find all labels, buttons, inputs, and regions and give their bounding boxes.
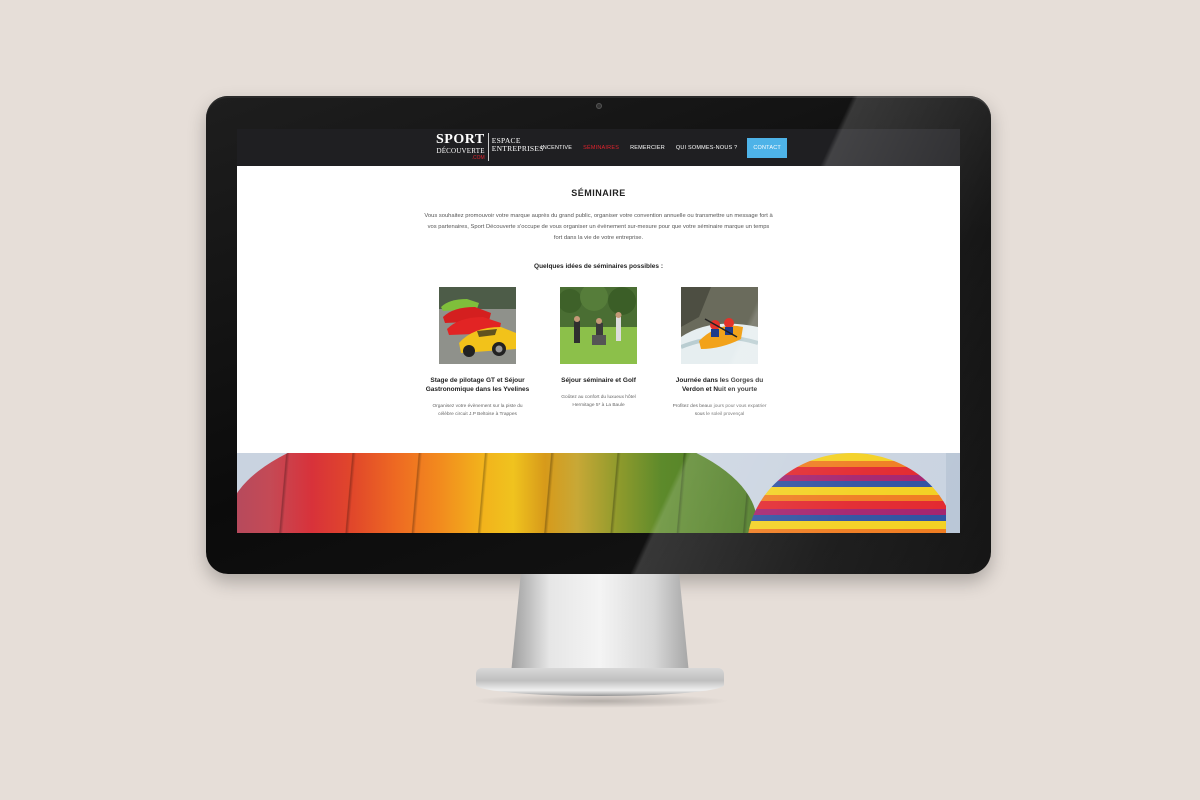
logo-left: SPORT DÉCOUVERTE .COM [436, 133, 489, 161]
nav-item-remercier[interactable]: REMERCIER [630, 145, 665, 151]
contact-button[interactable]: CONTACT [747, 137, 787, 158]
hot-air-balloons-banner [237, 453, 960, 533]
monitor-stand-base [476, 668, 724, 696]
main-content: SÉMINAIRE Vous souhaitez promouvoir votr… [237, 188, 960, 419]
card-title[interactable]: Journée dans les Gorges du Verdon et Nui… [668, 376, 772, 394]
sports-cars-illustration [439, 287, 516, 364]
seminar-cards: Stage de pilotage GT et Séjour Gastronom… [237, 287, 960, 419]
ideas-title: Quelques idées de séminaires possibles : [534, 263, 663, 270]
nav-item-incentive[interactable]: INCENTIVE [541, 145, 572, 151]
seminar-card-pilotage[interactable]: Stage de pilotage GT et Séjour Gastronom… [422, 287, 534, 419]
card-title[interactable]: Séjour séminaire et Golf [547, 376, 651, 385]
logo-entreprises: ENTREPRISES [491, 144, 544, 153]
intro-text: Vous souhaitez promouvoir votre marque a… [424, 213, 773, 241]
logo-decouverte: DÉCOUVERTE [436, 147, 485, 155]
stand-shadow [470, 694, 730, 708]
golf-illustration [560, 287, 637, 364]
logo-right: ESPACE ENTREPRISES [489, 133, 544, 153]
nav-item-seminaires[interactable]: SÉMINAIRES [583, 145, 619, 151]
seminar-card-golf[interactable]: Séjour séminaire et Golf Goûtez au confo… [543, 287, 655, 419]
camera-dot [596, 103, 602, 109]
card-description: Profitez des beaux jours pour vous expat… [672, 404, 767, 417]
rafting-illustration [681, 287, 758, 364]
card-description: Organisez votre évènement sur la piste d… [432, 404, 523, 417]
sky-strip [946, 453, 960, 533]
site-logo[interactable]: SPORT DÉCOUVERTE .COM ESPACE ENTREPRISES [436, 133, 544, 161]
logo-sport: SPORT [436, 132, 485, 147]
screen: SPORT DÉCOUVERTE .COM ESPACE ENTREPRISES… [237, 129, 960, 533]
main-nav: INCENTIVE SÉMINAIRES REMERCIER QUI SOMME… [541, 129, 787, 166]
site-header: SPORT DÉCOUVERTE .COM ESPACE ENTREPRISES… [237, 129, 960, 166]
golf-players-image[interactable] [560, 287, 637, 364]
sports-cars-image[interactable] [439, 287, 516, 364]
logo-tld: .COM [471, 155, 485, 161]
nav-item-qui-sommes-nous[interactable]: QUI SOMMES-NOUS ? [676, 145, 737, 151]
large-balloon [237, 453, 757, 533]
card-title[interactable]: Stage de pilotage GT et Séjour Gastronom… [426, 376, 530, 394]
small-balloon [747, 453, 957, 533]
card-description: Goûtez au confort du luxueux hôtel Hermi… [561, 395, 636, 408]
page-title: SÉMINAIRE [571, 188, 626, 198]
rafting-image[interactable] [681, 287, 758, 364]
monitor: SPORT DÉCOUVERTE .COM ESPACE ENTREPRISES… [206, 96, 991, 574]
seminar-card-verdon[interactable]: Journée dans les Gorges du Verdon et Nui… [664, 287, 776, 419]
